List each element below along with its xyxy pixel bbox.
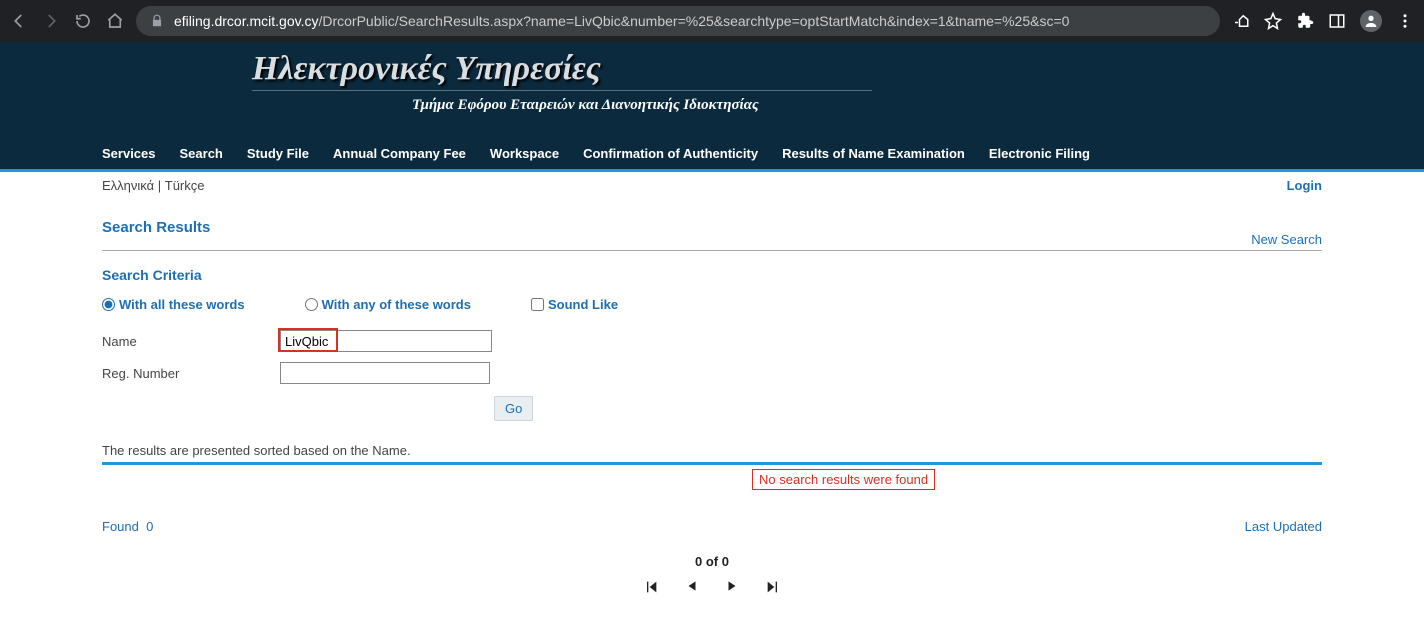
nav-buttons xyxy=(10,12,124,30)
new-search-link[interactable]: New Search xyxy=(1251,232,1322,247)
found-row: Found 0 Last Updated xyxy=(102,519,1322,534)
site-subtitle: Τμήμα Εφόρου Εταιρειών και Διανοητικής Ι… xyxy=(252,95,1392,114)
pager-next-icon[interactable] xyxy=(725,579,739,595)
toolbar-right xyxy=(1232,10,1414,32)
no-results-message: No search results were found xyxy=(752,469,935,490)
name-row: Name xyxy=(102,330,1322,352)
lock-icon xyxy=(150,14,164,28)
nav-services[interactable]: Services xyxy=(102,146,156,161)
opt-all-words[interactable]: With all these words xyxy=(102,297,245,312)
content: Ελληνικά | Türkçe Login Search Results N… xyxy=(32,172,1392,625)
url-text: efiling.drcor.mcit.gov.cy/DrcorPublic/Se… xyxy=(174,13,1069,29)
nav-authenticity[interactable]: Confirmation of Authenticity xyxy=(583,146,758,161)
opt-all-radio[interactable] xyxy=(102,298,115,311)
language-switch: Ελληνικά | Türkçe xyxy=(102,178,1322,193)
site-title: Ηλεκτρονικές Υπηρεσίες xyxy=(252,50,1392,88)
opt-sound-label: Sound Like xyxy=(548,297,618,312)
go-button[interactable]: Go xyxy=(494,396,533,421)
nav-search[interactable]: Search xyxy=(180,146,223,161)
pager-controls xyxy=(102,579,1322,595)
pager-last-icon[interactable] xyxy=(765,579,781,595)
back-button[interactable] xyxy=(10,12,28,30)
pager-first-icon[interactable] xyxy=(643,579,659,595)
name-label: Name xyxy=(102,334,280,349)
lang-el[interactable]: Ελληνικά xyxy=(102,178,154,193)
forward-button[interactable] xyxy=(42,12,60,30)
opt-any-radio[interactable] xyxy=(305,298,318,311)
last-updated-link[interactable]: Last Updated xyxy=(1245,519,1322,534)
pager: 0 of 0 xyxy=(102,554,1322,595)
criteria-title: Search Criteria xyxy=(102,267,1322,283)
address-bar[interactable]: efiling.drcor.mcit.gov.cy/DrcorPublic/Se… xyxy=(136,6,1220,36)
home-button[interactable] xyxy=(106,12,124,30)
page-title: Search Results xyxy=(102,219,1322,236)
browser-toolbar: efiling.drcor.mcit.gov.cy/DrcorPublic/Se… xyxy=(0,0,1424,42)
found-text: Found 0 xyxy=(102,519,153,534)
lang-tr[interactable]: Türkçe xyxy=(165,178,205,193)
found-count: 0 xyxy=(146,519,153,534)
reload-button[interactable] xyxy=(74,12,92,30)
profile-avatar[interactable] xyxy=(1360,10,1382,32)
login-link[interactable]: Login xyxy=(1287,178,1322,193)
opt-any-label: With any of these words xyxy=(322,297,471,312)
opt-sound-like[interactable]: Sound Like xyxy=(531,297,618,312)
criteria-options: With all these words With any of these w… xyxy=(102,297,1322,312)
main-nav: Services Search Study File Annual Compan… xyxy=(0,138,1424,169)
opt-sound-checkbox[interactable] xyxy=(531,298,544,311)
opt-all-label: With all these words xyxy=(119,297,245,312)
divider xyxy=(102,250,1322,251)
lang-sep: | xyxy=(154,178,165,193)
name-field-wrap xyxy=(280,330,492,352)
reg-number-input[interactable] xyxy=(280,362,490,384)
nav-name-exam[interactable]: Results of Name Examination xyxy=(782,146,965,161)
nav-efiling[interactable]: Electronic Filing xyxy=(989,146,1090,161)
nav-workspace[interactable]: Workspace xyxy=(490,146,559,161)
found-label: Found xyxy=(102,519,139,534)
nav-study-file[interactable]: Study File xyxy=(247,146,309,161)
share-icon[interactable] xyxy=(1232,12,1250,30)
url-path: /DrcorPublic/SearchResults.aspx?name=Liv… xyxy=(318,13,1069,29)
opt-any-words[interactable]: With any of these words xyxy=(305,297,471,312)
panel-icon[interactable] xyxy=(1328,12,1346,30)
header-rule xyxy=(252,90,872,91)
url-host: efiling.drcor.mcit.gov.cy xyxy=(174,13,318,29)
nav-annual-fee[interactable]: Annual Company Fee xyxy=(333,146,466,161)
results-note: The results are presented sorted based o… xyxy=(102,443,1322,458)
site-header: Ηλεκτρονικές Υπηρεσίες Τμήμα Εφόρου Εται… xyxy=(0,42,1424,138)
reg-row: Reg. Number xyxy=(102,362,1322,384)
reg-label: Reg. Number xyxy=(102,366,280,381)
extensions-icon[interactable] xyxy=(1296,12,1314,30)
name-input[interactable] xyxy=(280,330,492,352)
pager-prev-icon[interactable] xyxy=(685,579,699,595)
bookmark-star-icon[interactable] xyxy=(1264,12,1282,30)
menu-dots-icon[interactable] xyxy=(1396,12,1414,30)
pager-position: 0 of 0 xyxy=(102,554,1322,569)
